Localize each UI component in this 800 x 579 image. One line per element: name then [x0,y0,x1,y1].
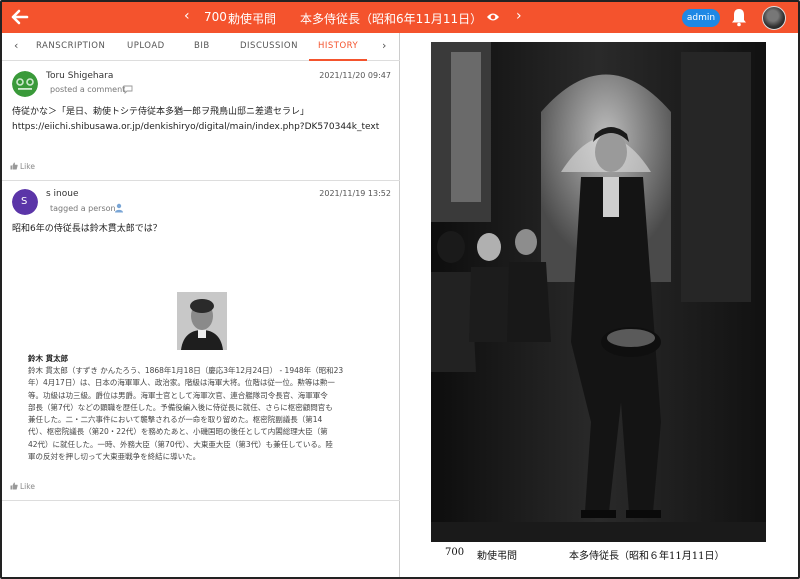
thumbs-up-icon[interactable] [10,162,18,170]
tabs-scroll-right-icon[interactable]: › [382,39,386,52]
comment-action: posted a comment [50,85,126,94]
comment-author[interactable]: s inoue [46,189,79,199]
page-number: 700 [204,10,227,24]
bio-line: 兼任した。二・二六事件において襲撃されるが一命を取り留めた。枢密院副議長（第14 [28,415,323,425]
caption-number: 700 [445,547,465,558]
discussion-panel: ‹ RANSCRIPTION UPLOAD BIB DISCUSSION HIS… [2,33,400,577]
tab-bib[interactable]: BIB [194,41,210,51]
tab-transcription[interactable]: RANSCRIPTION [36,41,105,51]
page-title: 勅使弔問 [228,12,277,26]
previous-page-button[interactable]: ‹ [184,8,190,24]
bio-heading: 鈴木 貫太郎 [28,354,69,363]
next-page-button[interactable]: › [516,8,522,24]
comment-icon [123,85,133,94]
bell-icon[interactable] [730,7,748,27]
tabs-scroll-left-icon[interactable]: ‹ [14,39,18,52]
comment-date: 2021/11/20 09:47 [319,71,391,80]
avatar [12,71,38,97]
page-subtitle: 本多侍従長（昭和6年11月11日） [300,12,483,26]
comment-author[interactable]: Toru Shigehara [46,71,113,81]
app-frame: ‹ 700 勅使弔問 本多侍従長（昭和6年11月11日） › admin ‹ R… [0,0,800,579]
tab-discussion[interactable]: DISCUSSION [240,41,298,51]
bio-line: 42代）に就任した。一時、外務大臣（第70代）、大東亜大臣（第3代）も兼任してい… [28,439,333,449]
eye-icon[interactable] [486,11,500,23]
like-button[interactable]: Like [20,162,35,171]
caption-subtitle: 本多侍従長（昭和６年11月11日） [569,551,725,562]
comment-link[interactable]: https://eiichi.shibusawa.or.jp/denkishir… [12,120,379,135]
comment-action: tagged a person [50,204,116,213]
person-portrait-image [177,292,227,350]
top-bar: ‹ 700 勅使弔問 本多侍従長（昭和6年11月11日） › admin [2,2,798,33]
page-image-viewer[interactable]: 700 勅使弔問 本多侍従長（昭和６年11月11日） [401,33,798,577]
active-tab-indicator [309,59,367,61]
tab-upload[interactable]: UPLOAD [127,41,165,51]
tab-bar: ‹ RANSCRIPTION UPLOAD BIB DISCUSSION HIS… [2,33,400,61]
bio-text: 鈴木 貫太郎（すずき かんたろう、1868年1月18日（慶応3年12月24日） … [28,365,378,463]
comment-text: 昭和6年の侍従長は鈴木貫太郎では？ [12,224,162,234]
avatar-letter: S [21,196,28,207]
thumbs-up-icon[interactable] [10,482,18,490]
comment-date: 2021/11/19 13:52 [319,189,391,198]
bio-line: 年）4月17日）は、日本の海軍軍人、政治家。階級は海軍大将。位階は従一位。勲等は… [28,378,335,388]
bio-line: 部長（第7代）などの顕職を歴任した。予備役編入後に侍従長に就任、さらに枢密顧問官… [28,402,333,412]
comment-text: 侍従かな＞「是日、勅使トシテ侍従本多猶一郎ヲ飛鳥山邸ニ差遣セラレ」 [12,107,310,117]
like-button[interactable]: Like [20,482,35,491]
caption-title: 勅使弔問 [477,551,517,562]
person-icon [115,203,123,213]
divider [2,500,400,501]
admin-badge[interactable]: admin [682,9,720,27]
back-arrow-icon[interactable] [10,7,30,27]
bio-line: 等。功級は功三級。爵位は男爵。海軍士官として海軍次官、連合艦隊司令長官、海軍軍令 [28,390,328,400]
bio-line: 代）、枢密院議長（第20・22代）を務めたあと、小磯国昭の後任として内閣総理大臣… [28,427,328,437]
historical-photo-image [431,42,766,542]
divider [2,180,400,181]
bio-line: 鈴木 貫太郎（すずき かんたろう、1868年1月18日（慶応3年12月24日） … [28,366,344,375]
bio-line: 軍の反対を押し切って大東亜戦争を終結に導いた。 [28,452,201,462]
user-avatar[interactable] [762,6,786,30]
tab-history[interactable]: HISTORY [318,41,358,51]
